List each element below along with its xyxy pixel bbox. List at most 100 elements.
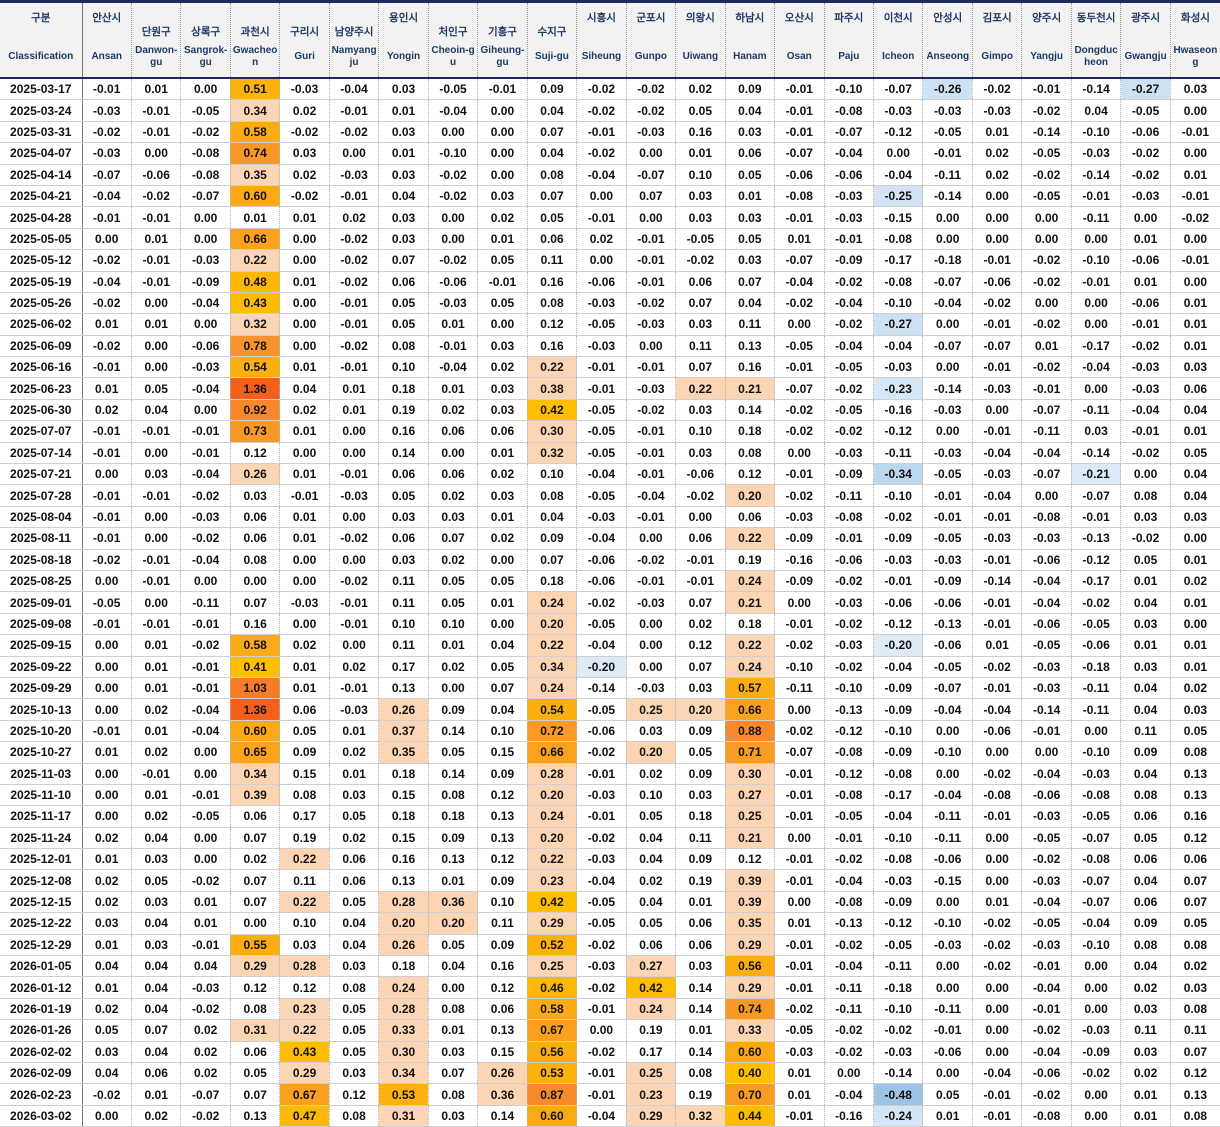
heat-cell-yongin: 0.06	[378, 271, 429, 293]
heat-cell-uiwang: 0.03	[675, 313, 726, 336]
column-header-ko: 군포시	[636, 12, 666, 24]
heat-cell-gimpo: -0.04	[971, 1062, 1022, 1085]
heat-cell-gwangju: 0.01	[1120, 271, 1171, 293]
heat-cell-gimpo: -0.03	[971, 463, 1022, 486]
heat-cell-dongducheon: -0.21	[1070, 463, 1121, 486]
heat-cell-cheoin-gu: 0.18	[427, 805, 478, 828]
heat-cell-gimpo: -0.01	[971, 420, 1022, 443]
heat-cell-gunpo: -0.04	[625, 484, 676, 507]
heat-cell-dongducheon: -0.18	[1070, 656, 1121, 678]
heat-cell-paju: -0.09	[823, 249, 874, 272]
heat-cell-yongin: 0.18	[378, 805, 429, 828]
heat-cell-anseong: -0.03	[922, 934, 973, 957]
heat-cell-hanam: 0.22	[724, 527, 775, 550]
heat-cell-gwacheon: 0.34	[229, 99, 280, 122]
heat-cell-sangrok-gu: 0.01	[180, 891, 231, 914]
heat-cell-icheon: -0.09	[872, 741, 923, 764]
heat-cell-guri: 0.12	[279, 976, 330, 999]
heat-cell-yangju: -0.02	[1021, 356, 1072, 379]
table-row: 2025-06-30 0.02 0.04 0.00 0.92 0.02 0.01 0.19 0.…	[0, 399, 1220, 422]
heat-cell-yongin: 0.03	[378, 506, 429, 529]
heat-cell-uiwang: 0.03	[675, 784, 726, 807]
heat-cell-namyangju: 0.00	[328, 142, 379, 165]
heat-cell-hwaseong: 0.01	[1169, 591, 1220, 614]
heat-cell-danwon-gu: -0.01	[130, 121, 181, 144]
row-date: 2025-07-21	[0, 463, 83, 486]
heat-cell-gwangju: -0.02	[1120, 442, 1171, 465]
heat-cell-hwaseong: 0.03	[1169, 78, 1220, 101]
column-header-en: Hanam	[733, 51, 767, 62]
heat-cell-siheung: -0.01	[576, 805, 627, 828]
heat-cell-gunpo: -0.01	[625, 570, 676, 593]
heat-cell-anseong: -0.11	[922, 827, 973, 850]
heat-cell-gunpo: -0.01	[625, 420, 676, 443]
column-header-ko: 이천시	[883, 12, 913, 24]
heat-cell-gwangju: 0.03	[1120, 656, 1171, 678]
heat-cell-cheoin-gu: -0.03	[427, 292, 478, 315]
row-date: 2025-08-11	[0, 527, 83, 550]
heat-cell-gwacheon: 0.26	[229, 463, 280, 486]
heat-cell-gimpo: 0.00	[971, 998, 1022, 1021]
heat-cell-yangju: -0.07	[1021, 399, 1072, 422]
heat-cell-guri: 0.05	[279, 720, 330, 743]
heat-cell-ansan: -0.05	[81, 591, 132, 614]
heat-cell-gimpo: -0.01	[971, 805, 1022, 828]
heat-cell-gunpo: 0.04	[625, 848, 676, 871]
heat-cell-hanam: 0.05	[724, 228, 775, 251]
heat-cell-sangrok-gu: 0.00	[180, 827, 231, 850]
heat-cell-siheung: -0.04	[576, 634, 627, 657]
heat-cell-yongin: 0.20	[378, 912, 429, 935]
heat-cell-hwaseong: 0.01	[1169, 420, 1220, 443]
heat-cell-guri: 0.22	[279, 848, 330, 871]
heat-cell-suji-gu: 0.42	[526, 399, 577, 422]
heat-cell-namyangju: -0.01	[328, 99, 379, 122]
heat-cell-paju: -0.02	[823, 420, 874, 443]
heat-cell-gimpo: -0.02	[971, 292, 1022, 315]
heat-cell-icheon: -0.01	[872, 570, 923, 593]
heat-cell-uiwang: 0.22	[675, 377, 726, 400]
heat-cell-suji-gu: 0.23	[526, 869, 577, 892]
heat-cell-hanam: 0.21	[724, 827, 775, 850]
heat-cell-siheung: -0.02	[576, 1041, 627, 1063]
heat-cell-yongin: 0.53	[378, 1083, 429, 1106]
heat-cell-cheoin-gu: 0.09	[427, 827, 478, 850]
heat-cell-danwon-gu: 0.04	[130, 976, 181, 999]
heat-cell-namyangju: 0.05	[328, 805, 379, 828]
heat-cell-danwon-gu: -0.06	[130, 164, 181, 186]
table-row: 2026-01-05 0.04 0.04 0.04 0.29 0.28 0.03 0.18 0.…	[0, 955, 1220, 978]
heat-cell-hwaseong: 0.01	[1169, 335, 1220, 358]
heat-cell-danwon-gu: 0.00	[130, 335, 181, 358]
heat-cell-giheung-gu: 0.00	[477, 549, 528, 571]
heat-cell-hwaseong: 0.13	[1169, 1083, 1220, 1106]
heat-cell-yangju: -0.03	[1021, 677, 1072, 700]
heat-cell-siheung: -0.01	[576, 121, 627, 144]
heat-cell-yongin: 0.18	[378, 763, 429, 785]
heat-cell-danwon-gu: 0.06	[130, 1062, 181, 1085]
heat-cell-gunpo: 0.24	[625, 998, 676, 1021]
heat-cell-anseong: 0.00	[922, 955, 973, 978]
row-date: 2025-04-07	[0, 142, 83, 165]
heat-cell-uiwang: 0.06	[675, 934, 726, 957]
heat-cell-yangju: -0.02	[1021, 164, 1072, 186]
heat-cell-gunpo: -0.02	[625, 78, 676, 101]
table-row: 2025-05-12 -0.02 -0.01 -0.03 0.22 0.00 -0.02 0.…	[0, 249, 1220, 272]
table-row: 2025-10-27 0.01 0.02 0.00 0.65 0.09 0.02 0.35 0.…	[0, 741, 1220, 764]
heat-cell-gimpo: 0.00	[971, 848, 1022, 871]
heat-cell-icheon: -0.10	[872, 827, 923, 850]
heat-cell-gwangju: 0.04	[1120, 698, 1171, 721]
table-row: 2025-09-01 -0.05 0.00 -0.11 0.07 -0.03 -0.01 0.…	[0, 591, 1220, 614]
heat-cell-icheon: -0.07	[872, 78, 923, 101]
heat-cell-hanam: 0.18	[724, 613, 775, 636]
heat-cell-yongin: 0.03	[378, 121, 429, 144]
heat-cell-gunpo: 0.00	[625, 656, 676, 678]
heat-cell-namyangju: 0.05	[328, 1041, 379, 1063]
heat-cell-uiwang: 0.01	[675, 142, 726, 165]
heat-cell-namyangju: 0.05	[328, 998, 379, 1021]
heat-cell-guri: 0.00	[279, 549, 330, 571]
heat-cell-yongin: 0.10	[378, 613, 429, 636]
heat-cell-namyangju: -0.03	[328, 698, 379, 721]
heat-cell-gwangju: 0.01	[1120, 1105, 1171, 1127]
heat-cell-hwaseong: 0.16	[1169, 805, 1220, 828]
row-date: 2025-06-23	[0, 377, 83, 400]
heat-cell-suji-gu: 0.20	[526, 827, 577, 850]
